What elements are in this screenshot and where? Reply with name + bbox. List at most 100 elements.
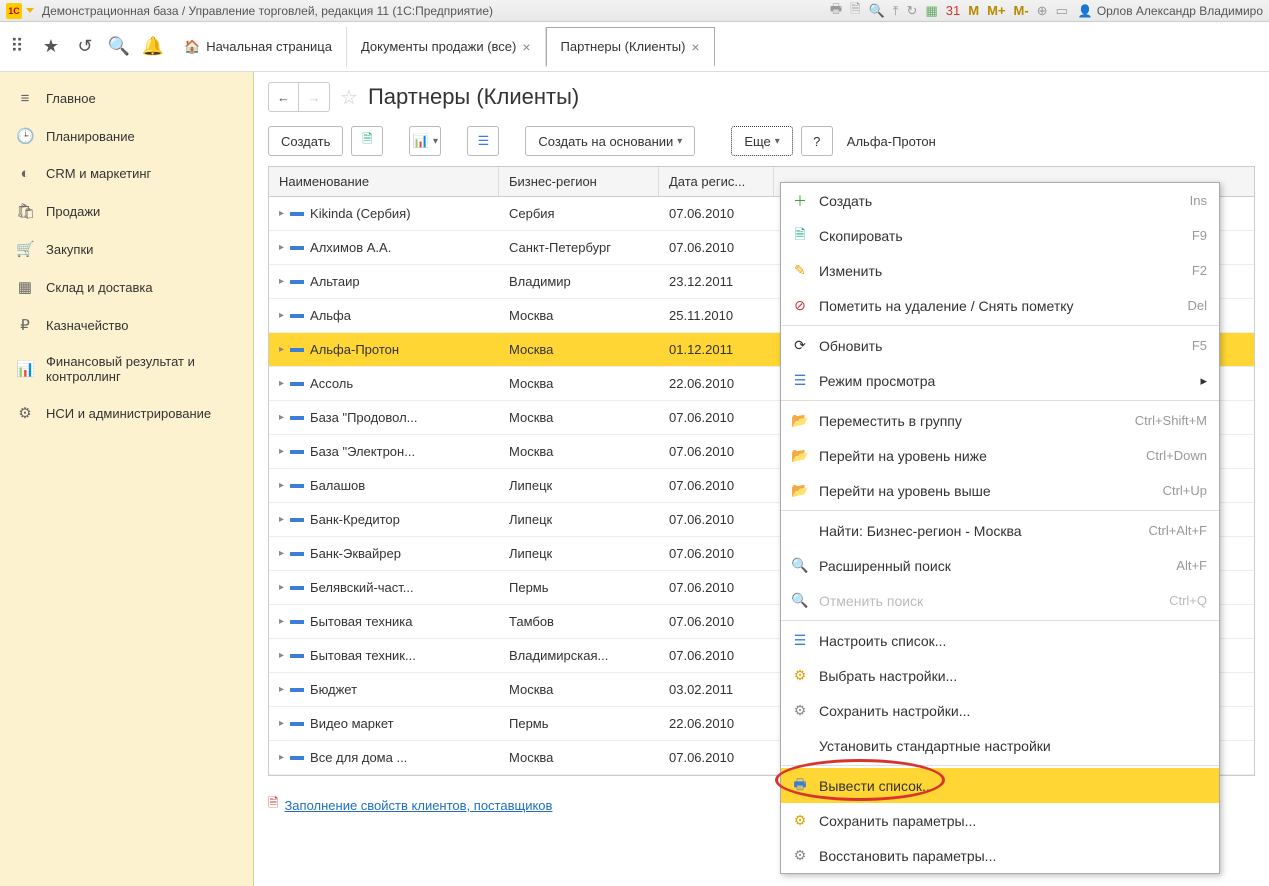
expand-icon[interactable]: ▸ [279,650,284,661]
sidebar-item-label: Казначейство [46,318,128,333]
expand-icon[interactable]: ▸ [279,480,284,491]
expand-icon[interactable]: ▸ [279,242,284,253]
menu-item-13[interactable]: 🔍Расширенный поискAlt+F [781,548,1219,583]
menu-item-17[interactable]: ⚙Выбрать настройки... [781,658,1219,693]
cell-name: Альфа [310,308,351,323]
history-icon[interactable]: ↺ [68,30,102,64]
sidebar-item-7[interactable]: 📊Финансовый результат и контроллинг [0,344,253,394]
expand-icon[interactable]: ▸ [279,344,284,355]
menu-label: Найти: Бизнес-регион - Москва [819,523,1138,539]
menu-item-2[interactable]: ✎ИзменитьF2 [781,253,1219,288]
cell-region: Санкт-Петербург [499,240,659,255]
notifications-icon[interactable]: 🔔 [136,30,170,64]
cell-region: Пермь [499,716,659,731]
search-icon[interactable]: 🔍 [867,3,887,19]
sidebar-item-3[interactable]: 🛍Продажи [0,192,253,230]
back-button[interactable]: ← [269,83,299,111]
sidebar-item-4[interactable]: 🛒Закупки [0,230,253,268]
expand-icon[interactable]: ▸ [279,514,284,525]
menu-item-6[interactable]: ☰Режим просмотра▸ [781,363,1219,398]
tab-partners[interactable]: Партнеры (Клиенты) × [546,27,715,67]
expand-icon[interactable]: ▸ [279,684,284,695]
expand-icon[interactable]: ▸ [279,446,284,457]
app-logo: 1C [6,3,22,19]
favorite-icon[interactable]: ★ [34,30,68,64]
sidebar-item-5[interactable]: ▦Склад и доставка [0,268,253,306]
menu-item-9[interactable]: 📂Перейти на уровень нижеCtrl+Down [781,438,1219,473]
expand-icon[interactable]: ▸ [279,412,284,423]
menu-item-3[interactable]: ⊘Пометить на удаление / Снять пометкуDel [781,288,1219,323]
fill-properties-link[interactable]: Заполнение свойств клиентов, поставщиков [284,798,552,813]
sidebar-item-2[interactable]: ◐CRM и маркетинг [0,155,253,192]
save-icon[interactable]: 🗎 [848,0,862,22]
panel-icon[interactable]: ▭ [1054,3,1070,19]
create-based-on-button[interactable]: Создать на основании ▾ [525,126,695,156]
menu-item-23[interactable]: ⚙Восстановить параметры... [781,838,1219,873]
menu-item-1[interactable]: 🗎СкопироватьF9 [781,218,1219,253]
list-mode-button[interactable]: ☰ [467,126,499,156]
search-toolbar-icon[interactable]: 🔍 [102,30,136,64]
tab-home[interactable]: 🏠 Начальная страница [170,27,347,67]
cell-date: 07.06.2010 [659,546,774,561]
create-group-button[interactable]: 🗎 [351,126,383,156]
col-date[interactable]: Дата регис... [659,167,774,196]
menu-label: Создать [819,193,1180,209]
sidebar-item-6[interactable]: ₽Казначейство [0,306,253,344]
expand-icon[interactable]: ▸ [279,310,284,321]
cell-region: Москва [499,682,659,697]
expand-icon[interactable]: ▸ [279,548,284,559]
expand-icon[interactable]: ▸ [279,582,284,593]
menu-item-18[interactable]: ⚙Сохранить настройки... [781,693,1219,728]
refresh-icon[interactable]: ↻ [905,3,920,19]
menu-item-0[interactable]: ＋СоздатьIns [781,183,1219,218]
sidebar-item-1[interactable]: 🕒Планирование [0,117,253,155]
cell-name: Все для дома ... [310,750,407,765]
more-button[interactable]: Еще ▾ [731,126,792,156]
menu-item-12[interactable]: Найти: Бизнес-регион - МоскваCtrl+Alt+F [781,513,1219,548]
col-region[interactable]: Бизнес-регион [499,167,659,196]
tab-sales-docs[interactable]: Документы продажи (все) × [347,27,546,67]
m-minus-icon[interactable]: M- [1011,3,1030,18]
favorite-star-icon[interactable]: ☆ [340,85,358,110]
expand-icon[interactable]: ▸ [279,378,284,389]
expand-icon[interactable]: ▸ [279,752,284,763]
create-button[interactable]: Создать [268,126,343,156]
sidebar-item-8[interactable]: ⚙НСИ и администрирование [0,394,253,432]
close-icon[interactable]: × [522,39,530,55]
calendar-icon[interactable]: 31 [944,3,962,18]
sidebar-item-label: НСИ и администрирование [46,406,211,421]
expand-icon[interactable]: ▸ [279,616,284,627]
cell-name: Банк-Эквайрер [310,546,401,561]
menu-item-19[interactable]: Установить стандартные настройки [781,728,1219,763]
m-plus-icon[interactable]: M+ [985,3,1007,18]
cell-date: 07.06.2010 [659,478,774,493]
m-icon[interactable]: M [966,3,981,18]
cell-date: 07.06.2010 [659,444,774,459]
sidebar-icon: ▦ [16,278,34,296]
menu-item-16[interactable]: ☰Настроить список... [781,623,1219,658]
apps-icon[interactable]: ⠿ [0,30,34,64]
close-icon[interactable]: × [691,39,699,55]
menu-item-21[interactable]: 🖶Вывести список... [781,768,1219,803]
help-button[interactable]: ? [801,126,833,156]
menu-item-8[interactable]: 📂Переместить в группуCtrl+Shift+M [781,403,1219,438]
item-icon [290,416,304,420]
expand-icon[interactable]: ▸ [279,718,284,729]
reports-button[interactable]: 📊▾ [409,126,441,156]
print-icon[interactable]: 🖶 [828,0,844,22]
zoom-icon[interactable]: ⊕ [1035,3,1050,19]
app-menu-dropdown-icon[interactable] [26,8,34,13]
menu-item-14[interactable]: 🔍Отменить поискCtrl+Q [781,583,1219,618]
menu-item-10[interactable]: 📂Перейти на уровень вышеCtrl+Up [781,473,1219,508]
expand-icon[interactable]: ▸ [279,208,284,219]
current-user[interactable]: 👤 Орлов Александр Владимиро [1078,4,1263,18]
grid-icon[interactable]: ▦ [923,3,939,19]
menu-item-22[interactable]: ⚙Сохранить параметры... [781,803,1219,838]
upload-icon[interactable]: ⤒ [891,3,901,19]
menu-icon: ☰ [791,372,809,389]
expand-icon[interactable]: ▸ [279,276,284,287]
col-name[interactable]: Наименование [269,167,499,196]
sidebar-item-0[interactable]: ≡Главное [0,80,253,117]
forward-button[interactable]: → [299,83,329,111]
menu-item-5[interactable]: ⟳ОбновитьF5 [781,328,1219,363]
